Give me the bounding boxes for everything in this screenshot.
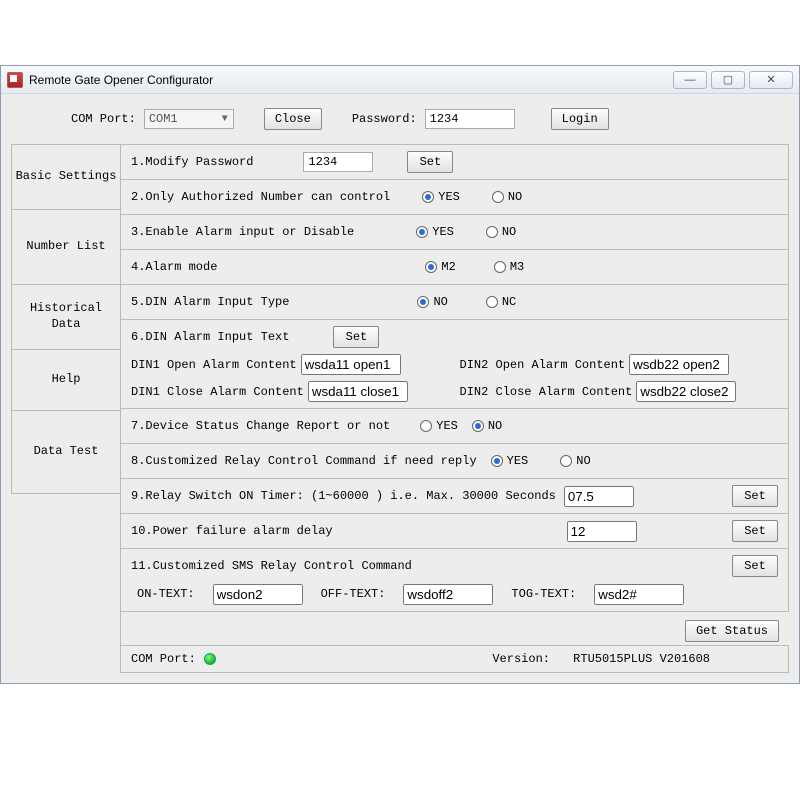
row6-label: 6.DIN Alarm Input Text	[131, 330, 289, 344]
minimize-button[interactable]: —	[673, 71, 707, 89]
tab-help[interactable]: Help	[11, 349, 120, 411]
row-authorized-only: 2.Only Authorized Number can control YES…	[121, 179, 789, 215]
sidebar: Basic Settings Number List Historical Da…	[11, 144, 121, 673]
row-power-fail-delay: 10.Power failure alarm delay Set	[121, 513, 789, 549]
connection-bar: COM Port: COM1 ▼ Close Password: Login	[11, 102, 789, 144]
set-power-fail-button[interactable]: Set	[732, 520, 778, 542]
din2-close-input[interactable]	[636, 381, 736, 402]
din1-close-input[interactable]	[308, 381, 408, 402]
status-com-label: COM Port:	[131, 652, 196, 666]
authorized-no-radio[interactable]: NO	[492, 190, 522, 204]
relay-reply-yes-radio[interactable]: YES	[491, 454, 529, 468]
com-port-value: COM1	[149, 112, 178, 126]
com-port-label: COM Port:	[71, 112, 136, 126]
authorized-yes-radio[interactable]: YES	[422, 190, 460, 204]
din-type-no-radio[interactable]: NO	[417, 295, 447, 309]
din2-open-label: DIN2 Open Alarm Content	[460, 358, 626, 372]
com-status-led-icon	[204, 653, 216, 665]
din2-open-input[interactable]	[629, 354, 729, 375]
close-window-button[interactable]: ✕	[749, 71, 793, 89]
din1-close-label: DIN1 Close Alarm Content	[131, 385, 304, 399]
row5-label: 5.DIN Alarm Input Type	[131, 295, 289, 309]
off-text-input[interactable]	[403, 584, 493, 605]
row9-label: 9.Relay Switch ON Timer: (1~60000 ) i.e.…	[131, 489, 556, 503]
row-status-report: 7.Device Status Change Report or not YES…	[121, 408, 789, 444]
chevron-down-icon: ▼	[217, 114, 233, 125]
tab-historical-data[interactable]: Historical Data	[11, 284, 120, 350]
alarm-enable-yes-radio[interactable]: YES	[416, 225, 454, 239]
modify-password-input[interactable]	[303, 152, 373, 172]
password-input[interactable]	[425, 109, 515, 129]
row-sms-relay-cmd: 11.Customized SMS Relay Control Command …	[121, 548, 789, 612]
on-text-input[interactable]	[213, 584, 303, 605]
tog-text-label: TOG-TEXT:	[511, 587, 576, 601]
relay-timer-input[interactable]	[564, 486, 634, 507]
tog-text-input[interactable]	[594, 584, 684, 605]
row3-label: 3.Enable Alarm input or Disable	[131, 225, 354, 239]
alarm-mode-m3-radio[interactable]: M3	[494, 260, 524, 274]
row1-label: 1.Modify Password	[131, 155, 253, 169]
password-label: Password:	[352, 112, 417, 126]
row11-label: 11.Customized SMS Relay Control Command	[131, 559, 412, 573]
row-enable-alarm: 3.Enable Alarm input or Disable YES NO	[121, 214, 789, 250]
status-report-no-radio[interactable]: NO	[472, 419, 502, 433]
din-type-nc-radio[interactable]: NC	[486, 295, 516, 309]
tab-data-test[interactable]: Data Test	[11, 410, 120, 494]
status-bar: COM Port: Version: RTU5015PLUS V201608	[121, 645, 789, 673]
main-area: Basic Settings Number List Historical Da…	[11, 144, 789, 673]
tab-number-list[interactable]: Number List	[11, 209, 120, 285]
row2-label: 2.Only Authorized Number can control	[131, 190, 390, 204]
alarm-mode-m2-radio[interactable]: M2	[425, 260, 455, 274]
sidebar-filler	[11, 493, 120, 673]
status-report-yes-radio[interactable]: YES	[420, 419, 458, 433]
power-fail-delay-input[interactable]	[567, 521, 637, 542]
maximize-button[interactable]: ▢	[711, 71, 745, 89]
window-controls: — ▢ ✕	[673, 71, 793, 89]
get-status-row: Get Status	[121, 612, 789, 646]
settings-content: 1.Modify Password Set 2.Only Authorized …	[121, 144, 789, 673]
app-window: Remote Gate Opener Configurator — ▢ ✕ CO…	[0, 65, 800, 684]
row-modify-password: 1.Modify Password Set	[121, 144, 789, 180]
tab-basic-settings[interactable]: Basic Settings	[11, 144, 120, 210]
version-label: Version:	[492, 652, 550, 666]
row10-label: 10.Power failure alarm delay	[131, 524, 333, 538]
din2-close-label: DIN2 Close Alarm Content	[460, 385, 633, 399]
client-area: COM Port: COM1 ▼ Close Password: Login B…	[1, 94, 799, 683]
row-din-input-type: 5.DIN Alarm Input Type NO NC	[121, 284, 789, 320]
row-relay-reply: 8.Customized Relay Control Command if ne…	[121, 443, 789, 479]
set-relay-timer-button[interactable]: Set	[732, 485, 778, 507]
close-port-button[interactable]: Close	[264, 108, 322, 130]
version-value: RTU5015PLUS V201608	[573, 652, 710, 666]
set-din-text-button[interactable]: Set	[333, 326, 379, 348]
row7-label: 7.Device Status Change Report or not	[131, 419, 390, 433]
row-din-input-text: 6.DIN Alarm Input Text Set DIN1 Open Ala…	[121, 319, 789, 409]
set-sms-cmd-button[interactable]: Set	[732, 555, 778, 577]
din1-open-label: DIN1 Open Alarm Content	[131, 358, 297, 372]
alarm-enable-no-radio[interactable]: NO	[486, 225, 516, 239]
get-status-button[interactable]: Get Status	[685, 620, 779, 642]
row-alarm-mode: 4.Alarm mode M2 M3	[121, 249, 789, 285]
app-icon	[7, 72, 23, 88]
set-password-button[interactable]: Set	[407, 151, 453, 173]
din1-open-input[interactable]	[301, 354, 401, 375]
window-title: Remote Gate Opener Configurator	[29, 73, 673, 87]
row-relay-timer: 9.Relay Switch ON Timer: (1~60000 ) i.e.…	[121, 478, 789, 514]
relay-reply-no-radio[interactable]: NO	[560, 454, 590, 468]
com-port-select[interactable]: COM1 ▼	[144, 109, 234, 129]
row8-label: 8.Customized Relay Control Command if ne…	[131, 454, 477, 468]
off-text-label: OFF-TEXT:	[321, 587, 386, 601]
titlebar: Remote Gate Opener Configurator — ▢ ✕	[1, 66, 799, 94]
row4-label: 4.Alarm mode	[131, 260, 217, 274]
on-text-label: ON-TEXT:	[137, 587, 195, 601]
login-button[interactable]: Login	[551, 108, 609, 130]
